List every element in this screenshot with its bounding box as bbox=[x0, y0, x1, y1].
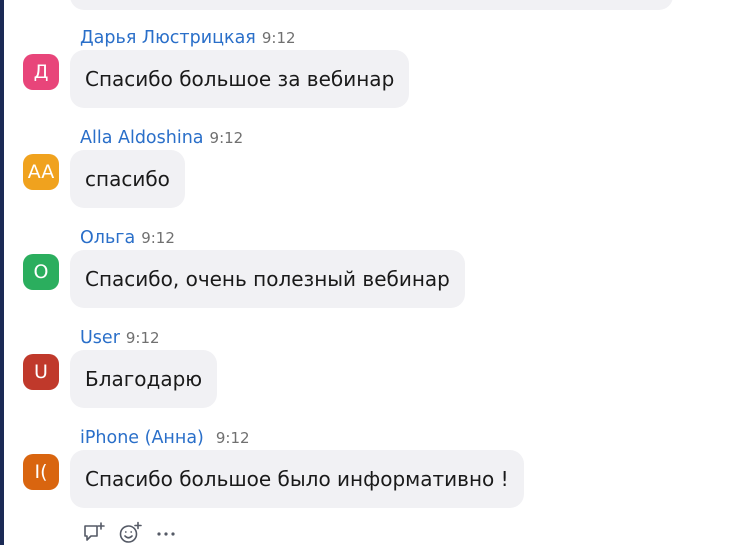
avatar[interactable]: U bbox=[23, 354, 59, 390]
chat-message: Ольга 9:12 О Спасибо, очень полезный веб… bbox=[0, 228, 739, 328]
message-time: 9:12 bbox=[215, 429, 250, 447]
sender-name[interactable]: User bbox=[80, 328, 120, 348]
sender-name[interactable]: Дарья Люстрицкая bbox=[80, 28, 256, 48]
avatar-initials: AA bbox=[27, 161, 55, 183]
message-header: Ольга 9:12 bbox=[80, 228, 175, 250]
sender-name[interactable]: iPhone (Анна) bbox=[80, 428, 204, 448]
message-time: 9:12 bbox=[261, 29, 296, 47]
chat-message: Дарья Люстрицкая 9:12 Д Спасибо большое … bbox=[0, 28, 739, 128]
message-text: Благодарю bbox=[85, 367, 203, 391]
message-bubble[interactable]: спасибо bbox=[70, 150, 185, 208]
message-time: 9:12 bbox=[209, 129, 244, 147]
avatar-initials: О bbox=[33, 261, 49, 283]
chat-message: Alla Aldoshina 9:12 AA спасибо bbox=[0, 128, 739, 228]
message-text: Спасибо большое за вебинар bbox=[85, 67, 395, 91]
sender-name[interactable]: Ольга bbox=[80, 228, 135, 248]
message-bubble[interactable]: Спасибо, очень полезный вебинар bbox=[70, 250, 465, 308]
message-header: iPhone (Анна) 9:12 bbox=[80, 428, 250, 450]
message-text: спасибо bbox=[85, 167, 170, 191]
message-bubble[interactable]: Спасибо большое за вебинар bbox=[70, 50, 410, 108]
message-header: Дарья Люстрицкая 9:12 bbox=[80, 28, 296, 50]
avatar[interactable]: О bbox=[23, 254, 59, 290]
chat-message: iPhone (Анна) 9:12 I( Спасибо большое бы… bbox=[0, 428, 739, 528]
avatar-initials: U bbox=[34, 361, 48, 383]
message-time: 9:12 bbox=[125, 329, 160, 347]
add-reaction-icon[interactable] bbox=[116, 520, 144, 546]
sender-name[interactable]: Alla Aldoshina bbox=[80, 128, 204, 148]
avatar[interactable]: Д bbox=[23, 54, 59, 90]
chat-message: User 9:12 U Благодарю bbox=[0, 328, 739, 428]
message-time: 9:12 bbox=[141, 229, 175, 247]
avatar[interactable]: I( bbox=[23, 454, 59, 490]
message-header: Alla Aldoshina 9:12 bbox=[80, 128, 243, 150]
message-text: Спасибо, очень полезный вебинар bbox=[85, 267, 450, 291]
message-bubble[interactable]: Благодарю bbox=[70, 350, 218, 408]
reply-icon[interactable] bbox=[80, 520, 108, 546]
message-bubble[interactable]: Спасибо большое было информативно ! bbox=[70, 450, 524, 508]
more-options-icon[interactable] bbox=[152, 520, 180, 546]
message-actions-toolbar bbox=[80, 520, 188, 546]
avatar-initials: Д bbox=[33, 61, 49, 83]
message-text: Спасибо большое было информативно ! bbox=[85, 467, 509, 491]
message-header: User 9:12 bbox=[80, 328, 160, 350]
avatar[interactable]: AA bbox=[23, 154, 59, 190]
avatar-initials: I( bbox=[34, 461, 48, 483]
previous-message-bubble bbox=[70, 0, 673, 10]
